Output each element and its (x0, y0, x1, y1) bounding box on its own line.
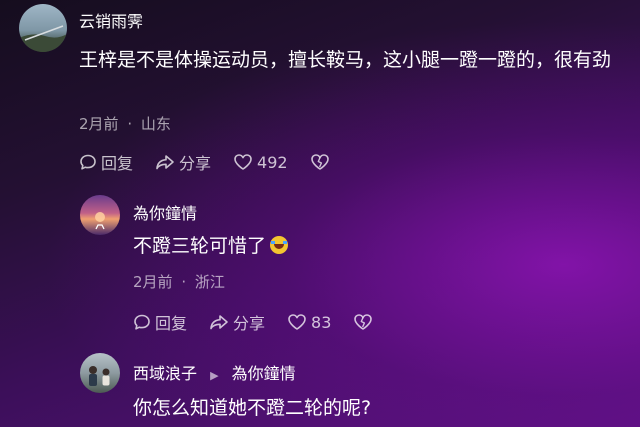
reply-button[interactable]: 回复 (79, 150, 133, 174)
share-icon (210, 315, 228, 330)
like-button[interactable]: 492 (233, 153, 288, 172)
comment-location: 浙江 (194, 273, 225, 291)
username[interactable]: 西域浪子 (133, 364, 197, 383)
reply-label: 回复 (155, 314, 188, 333)
share-button[interactable]: 分享 (209, 310, 265, 334)
comment-text: 王梓是不是体操运动员，擅长鞍马，这小腿一蹬一蹬的，很有劲 (79, 49, 612, 71)
like-count: 83 (311, 312, 332, 332)
comment-actions: 回复 分享 83 (133, 310, 399, 334)
reply-header: 西域浪子 ▶ 為你鐘情 (133, 360, 296, 384)
dislike-button[interactable] (353, 313, 377, 331)
reply-button[interactable]: 回复 (133, 310, 187, 334)
comment-time: 2月前 (79, 115, 119, 133)
reply-icon (134, 314, 150, 330)
share-label: 分享 (179, 154, 212, 173)
reply-arrow-icon: ▶ (210, 369, 219, 382)
reply-item: 為你鐘情 不蹬三轮可惜了 2月前 · 浙江 回复 分享 83 (0, 190, 640, 340)
dislike-button[interactable] (310, 153, 334, 171)
grinning-tears-emoji (270, 236, 289, 254)
username[interactable]: 為你鐘情 (133, 200, 197, 224)
like-count: 492 (257, 152, 288, 172)
share-icon (156, 155, 174, 170)
comment-location: 山东 (140, 115, 171, 133)
dislike-icon (310, 154, 329, 170)
reply-label: 回复 (101, 154, 134, 173)
dislike-icon (354, 314, 373, 330)
username[interactable]: 云销雨霁 (79, 8, 143, 32)
comment-text: 不蹬三轮可惜了 (133, 232, 289, 260)
comment-text: 你怎么知道她不蹬二轮的呢? (133, 397, 372, 419)
avatar[interactable] (80, 195, 120, 235)
reply-icon (80, 154, 96, 170)
avatar[interactable] (80, 353, 120, 393)
comment-meta: 2月前 · 山东 (79, 113, 171, 134)
heart-icon (288, 314, 306, 330)
comment-item: 云销雨霁 王梓是不是体操运动员，擅长鞍马，这小腿一蹬一蹬的，很有劲 2月前 · … (0, 0, 640, 180)
meta-separator: · (127, 115, 133, 133)
heart-icon (234, 154, 252, 170)
reply-to-username[interactable]: 為你鐘情 (232, 364, 296, 383)
meta-separator: · (181, 273, 187, 291)
like-button[interactable]: 83 (287, 313, 331, 332)
share-label: 分享 (233, 314, 266, 333)
avatar[interactable] (19, 4, 67, 52)
comment-actions: 回复 分享 492 (79, 150, 356, 174)
share-button[interactable]: 分享 (155, 150, 211, 174)
comment-text-body: 不蹬三轮可惜了 (133, 235, 267, 257)
comment-time: 2月前 (133, 273, 173, 291)
reply-item: 西域浪子 ▶ 為你鐘情 你怎么知道她不蹬二轮的呢? (0, 350, 640, 427)
comment-meta: 2月前 · 浙江 (133, 271, 225, 292)
